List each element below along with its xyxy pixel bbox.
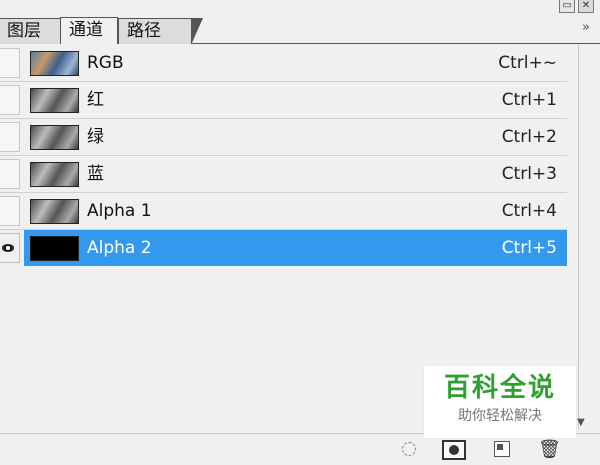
channel-thumbnail — [30, 236, 79, 261]
selection-circle-icon[interactable] — [402, 442, 416, 456]
channel-name: 红 — [87, 90, 104, 110]
channel-row-body[interactable]: 红 Ctrl+1 — [24, 82, 567, 118]
visibility-toggle[interactable] — [0, 48, 20, 78]
channel-shortcut: Ctrl+4 — [501, 201, 557, 221]
channel-thumbnail — [30, 51, 79, 76]
watermark-subtitle: 助你轻松解决 — [458, 408, 542, 424]
channel-shortcut: Ctrl+~ — [498, 53, 557, 73]
window-buttons: ▭ ✕ — [559, 0, 594, 14]
scroll-down-icon[interactable]: ▼ — [577, 417, 585, 428]
trash-icon[interactable]: 🗑 — [538, 439, 561, 460]
channels-panel: ▭ ✕ 图层 通道 路径 » RGB Ctrl+~ 红 Ctrl+1 绿 Ctr… — [0, 0, 600, 464]
visibility-toggle[interactable] — [0, 122, 20, 152]
channel-row-red[interactable]: 红 Ctrl+1 — [0, 82, 567, 119]
channel-thumbnail — [30, 125, 79, 150]
visibility-toggle[interactable] — [0, 85, 20, 115]
channel-list: RGB Ctrl+~ 红 Ctrl+1 绿 Ctrl+2 蓝 Ctrl+3 Al… — [0, 45, 567, 266]
channel-name: Alpha 1 — [87, 201, 152, 221]
channel-row-body[interactable]: RGB Ctrl+~ — [24, 45, 567, 81]
panel-tabs: 图层 通道 路径 » — [0, 14, 600, 45]
visibility-toggle[interactable] — [0, 196, 20, 226]
new-channel-icon[interactable] — [494, 441, 510, 457]
channel-name: Alpha 2 — [87, 238, 152, 258]
scrollbar-track[interactable] — [578, 45, 579, 430]
watermark-title: 百科全说 — [443, 373, 556, 403]
tab-paths[interactable]: 路径 — [118, 18, 203, 45]
channel-shortcut: Ctrl+2 — [501, 127, 557, 147]
channel-thumbnail — [30, 199, 79, 224]
visibility-toggle[interactable] — [0, 233, 20, 263]
channel-shortcut: Ctrl+1 — [501, 90, 557, 110]
channel-row-body[interactable]: Alpha 1 Ctrl+4 — [24, 193, 567, 229]
channel-name: RGB — [87, 53, 124, 73]
channel-thumbnail — [30, 88, 79, 113]
channel-thumbnail — [30, 162, 79, 187]
channel-row-alpha2[interactable]: Alpha 2 Ctrl+5 — [0, 230, 567, 266]
watermark: 百科全说 助你轻松解决 — [424, 366, 576, 438]
channel-row-body[interactable]: Alpha 2 Ctrl+5 — [24, 230, 567, 266]
channel-shortcut: Ctrl+5 — [501, 238, 557, 258]
channel-shortcut: Ctrl+3 — [501, 164, 557, 184]
channel-row-green[interactable]: 绿 Ctrl+2 — [0, 119, 567, 156]
channel-row-rgb[interactable]: RGB Ctrl+~ — [0, 45, 567, 82]
minimize-button[interactable]: ▭ — [559, 0, 575, 13]
scrollbar[interactable]: ▼ — [574, 45, 592, 430]
channel-row-blue[interactable]: 蓝 Ctrl+3 — [0, 156, 567, 193]
channel-name: 蓝 — [87, 164, 104, 184]
channel-row-body[interactable]: 绿 Ctrl+2 — [24, 119, 567, 155]
channel-row-alpha1[interactable]: Alpha 1 Ctrl+4 — [0, 193, 567, 230]
channel-row-body[interactable]: 蓝 Ctrl+3 — [24, 156, 567, 192]
close-button[interactable]: ✕ — [578, 0, 594, 13]
tab-layers[interactable]: 图层 — [0, 18, 62, 44]
panel-menu-icon[interactable]: » — [582, 20, 590, 35]
tab-channels[interactable]: 通道 — [60, 17, 118, 44]
mask-icon[interactable] — [442, 440, 466, 460]
channel-name: 绿 — [87, 127, 104, 147]
visibility-toggle[interactable] — [0, 159, 20, 189]
eye-icon — [2, 244, 14, 252]
